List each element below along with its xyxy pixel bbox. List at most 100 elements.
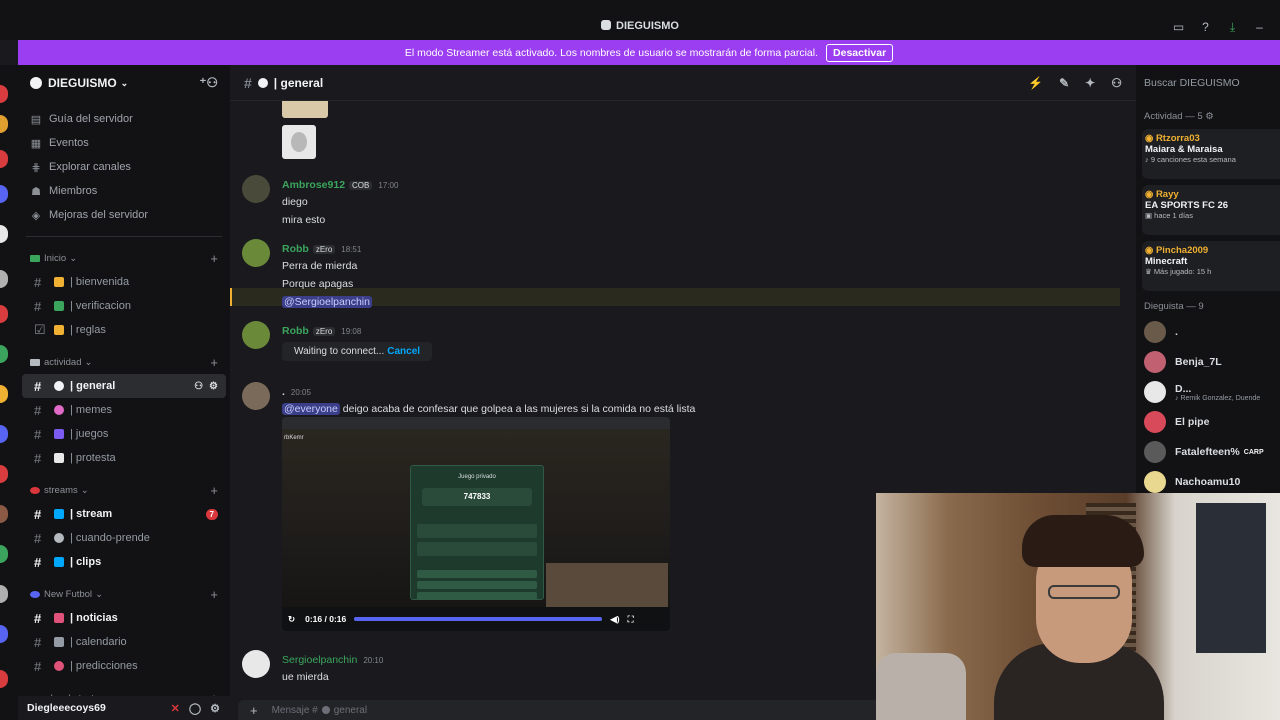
invite-icon[interactable]: ⁺⚇	[199, 75, 218, 91]
channel-cuando-prende[interactable]: # | cuando-prende	[22, 526, 226, 550]
category-streams[interactable]: streams ⌄ +	[18, 478, 230, 502]
avatar[interactable]	[242, 239, 270, 267]
avatar[interactable]	[242, 175, 270, 203]
member-item[interactable]: Benja_7L	[1136, 347, 1280, 377]
nav-members[interactable]: ☗ Miembros	[18, 179, 230, 203]
hash-icon: #	[34, 274, 42, 290]
message-author[interactable]: Robb	[282, 325, 309, 337]
server-icon[interactable]	[0, 150, 8, 168]
channel-predicciones[interactable]: # | predicciones	[22, 654, 226, 678]
avatar[interactable]	[242, 321, 270, 349]
video-progress[interactable]	[354, 617, 603, 621]
server-header[interactable]: DIEGUISMO ⌄ ⁺⚇	[18, 65, 230, 101]
channel-general[interactable]: # | general ⚇ ⚙	[22, 374, 226, 398]
message-author[interactable]: .	[282, 386, 285, 398]
server-icon[interactable]	[0, 425, 8, 443]
server-icon[interactable]	[0, 465, 8, 483]
channel-reglas[interactable]: ☑ | reglas	[22, 318, 226, 342]
category-new-futbol[interactable]: New Futbol ⌄ +	[18, 582, 230, 606]
channel-verificacion[interactable]: # | verificacion	[22, 294, 226, 318]
calendar-icon: ▦	[30, 137, 42, 150]
deactivate-button[interactable]: Desactivar	[826, 43, 894, 62]
add-channel-icon[interactable]: +	[210, 355, 218, 370]
server-icon[interactable]	[0, 385, 8, 403]
threads-icon[interactable]: ⚡	[1028, 76, 1043, 90]
server-icon[interactable]	[0, 185, 8, 203]
pin-icon[interactable]: ✦	[1085, 76, 1095, 90]
channel-label: | memes	[70, 404, 112, 416]
member-item[interactable]: .	[1136, 317, 1280, 347]
channel-juegos[interactable]: # | juegos	[22, 422, 226, 446]
server-icon[interactable]	[0, 625, 8, 643]
volume-icon[interactable]: ◀)	[610, 614, 619, 625]
activity-card[interactable]: ◉ Rayy EA SPORTS FC 26 ▣ hace 1 días	[1142, 185, 1280, 235]
server-icon[interactable]	[0, 270, 8, 288]
channel-clips[interactable]: # | clips	[22, 550, 226, 574]
game-panel: Juego privado 747833	[410, 465, 544, 600]
user-name[interactable]: Diegleeecoys69	[27, 702, 106, 714]
channel-calendario[interactable]: # | calendario	[22, 630, 226, 654]
help-icon[interactable]: ?	[1199, 20, 1212, 35]
message-author[interactable]: Robb	[282, 243, 309, 255]
replay-icon[interactable]: ↻	[288, 614, 295, 625]
server-icon[interactable]	[0, 545, 8, 563]
mute-mic-icon[interactable]: ✕	[171, 702, 180, 715]
channel-bienvenida[interactable]: # | bienvenida	[22, 270, 226, 294]
server-icon[interactable]	[0, 505, 8, 523]
message-author[interactable]: Ambrose912	[282, 179, 345, 191]
member-item[interactable]: El pipe	[1136, 407, 1280, 437]
cancel-button[interactable]: Cancel	[387, 346, 420, 357]
headphones-icon[interactable]: ◯	[189, 702, 201, 715]
attachment-image[interactable]	[282, 125, 316, 159]
add-channel-icon[interactable]: +	[210, 251, 218, 266]
everyone-mention[interactable]: @everyone	[282, 403, 340, 415]
mute-channel-icon[interactable]: ✎	[1059, 76, 1069, 90]
activity-card[interactable]: ◉ Rtzorra03 Maiara & Maraisa ♪ 9 cancion…	[1142, 129, 1280, 179]
server-icon[interactable]	[0, 345, 8, 363]
server-icon[interactable]	[0, 85, 8, 103]
add-channel-icon[interactable]: +	[210, 483, 218, 498]
message-author[interactable]: Sergioelpanchin	[282, 654, 357, 666]
search-input[interactable]: Buscar DIEGUISMO	[1136, 65, 1280, 101]
boost-icon: ◈	[31, 209, 41, 222]
avatar[interactable]	[242, 382, 270, 410]
channel-label: | predicciones	[70, 660, 138, 672]
fullscreen-icon[interactable]: ⛶	[628, 614, 634, 625]
chevron-down-icon: ⌄	[84, 356, 93, 368]
channel-noticias[interactable]: # | noticias	[22, 606, 226, 630]
member-item[interactable]: Fatalefteen% CARP	[1136, 437, 1280, 467]
nav-browse[interactable]: ⋕ Explorar canales	[18, 155, 230, 179]
add-channel-icon[interactable]: +	[210, 587, 218, 602]
user-mention[interactable]: @Sergioelpanchin	[282, 296, 372, 308]
channel-protesta[interactable]: # | protesta	[22, 446, 226, 470]
nav-guide[interactable]: ▤ Guía del servidor	[18, 107, 230, 131]
browse-icon: ⋕	[31, 161, 41, 174]
member-list-icon[interactable]: ⚇	[1111, 76, 1122, 90]
hash-icon: #	[34, 426, 42, 442]
channel-memes[interactable]: # | memes	[22, 398, 226, 422]
server-logo-icon	[30, 77, 42, 89]
video-player[interactable]: rbKemr Juego privado 747833 ↻ 0:16 / 0:1…	[282, 417, 670, 631]
gear-icon[interactable]: ⚙	[1205, 111, 1214, 122]
category-actividad[interactable]: actividad ⌄ +	[18, 350, 230, 374]
server-icon[interactable]	[0, 225, 8, 243]
server-icon[interactable]	[0, 305, 8, 323]
activity-card[interactable]: ◉ Pincha2009 Minecraft ♛ Más jugado: 15 …	[1142, 241, 1280, 291]
server-icon[interactable]	[0, 585, 8, 603]
download-icon[interactable]: ⤓	[1226, 20, 1239, 35]
nav-events[interactable]: ▦ Eventos	[18, 131, 230, 155]
server-icon[interactable]	[0, 115, 8, 133]
minimize-icon[interactable]: –	[1253, 20, 1266, 35]
nav-boost[interactable]: ◈ Mejoras del servidor	[18, 203, 230, 227]
server-icon[interactable]	[0, 670, 8, 688]
category-inicio[interactable]: Inicio ⌄ +	[18, 246, 230, 270]
channel-stream[interactable]: # | stream 7	[22, 502, 226, 526]
member-item[interactable]: D... ♪ Remik Gonzalez, Duende	[1136, 377, 1280, 407]
add-member-icon[interactable]: ⚇	[194, 381, 203, 392]
gear-icon[interactable]: ⚙	[210, 702, 220, 715]
gear-icon[interactable]: ⚙	[209, 381, 218, 392]
add-attachment-icon[interactable]: +	[250, 703, 258, 718]
avatar[interactable]	[242, 650, 270, 678]
attachment-image[interactable]	[282, 101, 328, 118]
inbox-icon[interactable]: ▭	[1172, 20, 1185, 35]
